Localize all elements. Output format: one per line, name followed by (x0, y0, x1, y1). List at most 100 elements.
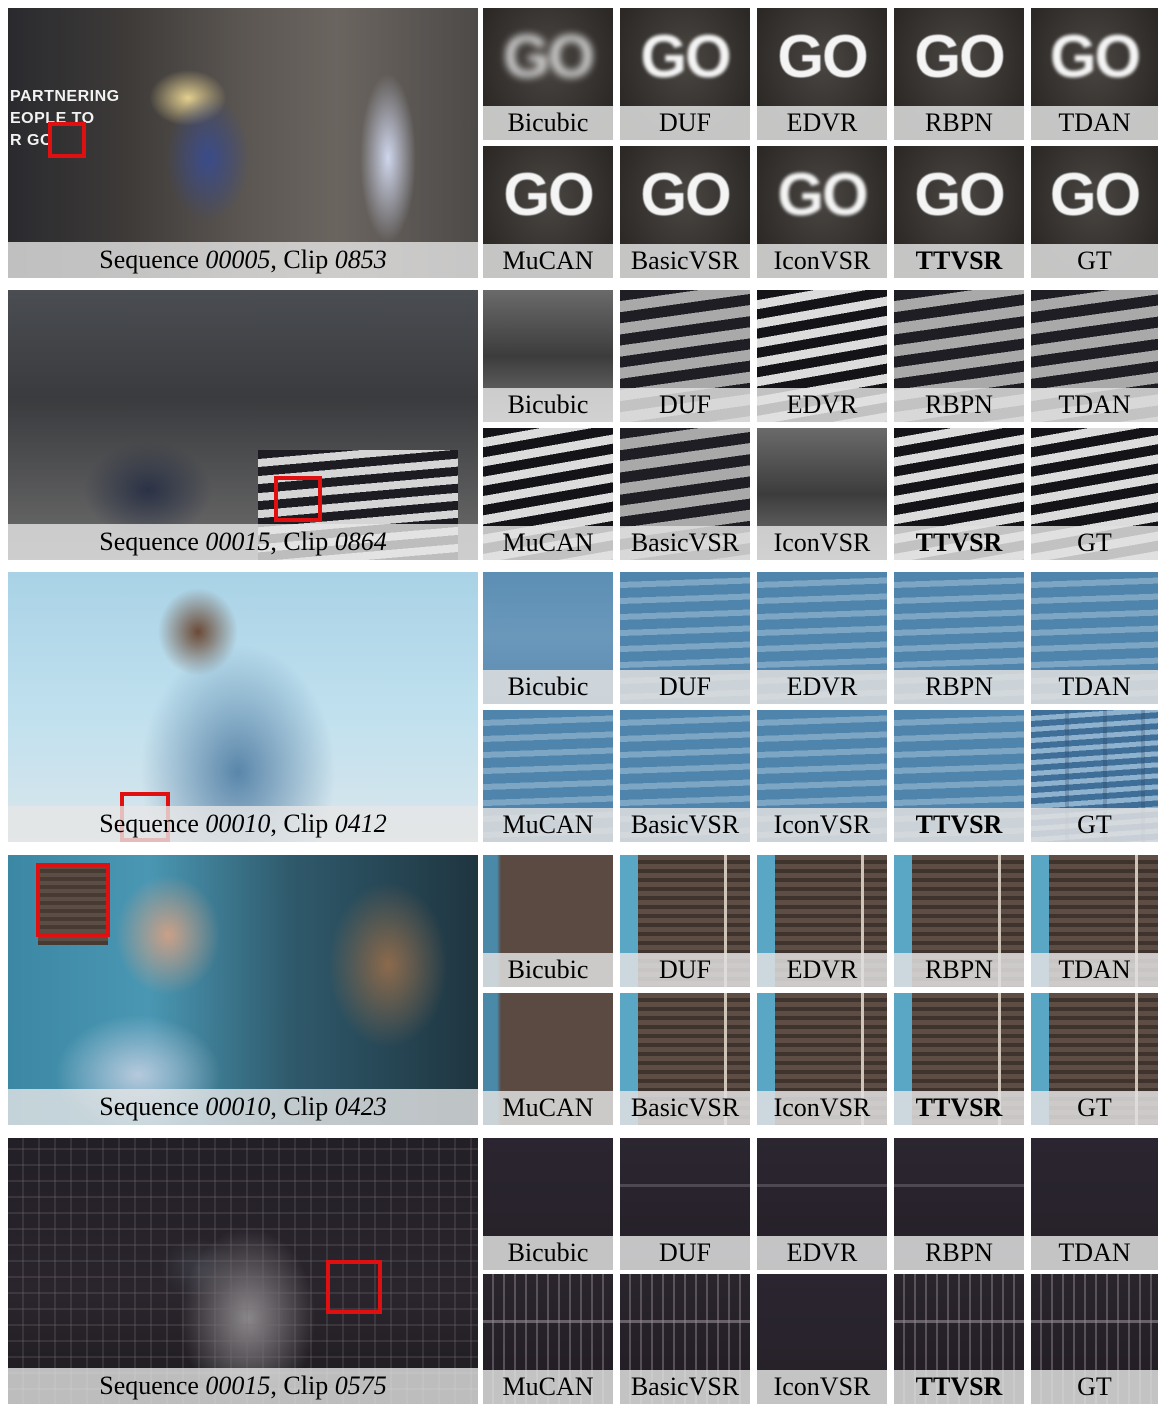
frame-caption: Sequence 00015, Clip 0864 (8, 524, 478, 560)
crop-basicvsr: GO BasicVSR (620, 146, 750, 278)
crop-duf: DUF (620, 572, 750, 704)
crop-basicvsr: BasicVSR (620, 428, 750, 560)
crop-text: GO (1049, 161, 1141, 228)
crop-iconvsr: IconVSR (757, 710, 887, 842)
caption-clip: 0423 (334, 1092, 387, 1121)
method-label: GT (1031, 808, 1158, 842)
method-label: TDAN (1031, 670, 1158, 704)
comparison-row-1: PARTNERING EOPLE TO R GO Sequence 00005,… (0, 8, 1158, 278)
crop-edvr: EDVR (757, 572, 887, 704)
method-label: Bicubic (483, 1236, 613, 1270)
crop-rbpn: RBPN (894, 290, 1024, 422)
method-label: EDVR (757, 1236, 887, 1270)
method-label: MuCAN (483, 808, 613, 842)
crop-mucan: MuCAN (483, 428, 613, 560)
caption-sequence: 00005 (205, 245, 271, 274)
method-label: DUF (620, 953, 750, 987)
caption-prefix: Sequence (99, 1371, 206, 1400)
crop-ttvsr: TTVSR (894, 1274, 1024, 1404)
crop-iconvsr: IconVSR (757, 993, 887, 1125)
crop-tdan: TDAN (1031, 1138, 1158, 1270)
method-label: TTVSR (894, 1091, 1024, 1125)
crop-text: GO (503, 23, 594, 90)
method-label: BasicVSR (620, 808, 750, 842)
zoom-region-box (326, 1260, 382, 1314)
method-label: TTVSR (894, 526, 1024, 560)
crop-duf: DUF (620, 855, 750, 987)
zoom-region-box (36, 863, 110, 937)
method-label: IconVSR (757, 526, 887, 560)
method-label: EDVR (757, 670, 887, 704)
comparison-row-3: Sequence 00010, Clip 0412 Bicubic DUF ED… (0, 572, 1158, 842)
zoom-region-box (274, 476, 322, 522)
method-label: IconVSR (757, 1370, 887, 1404)
method-label: RBPN (894, 1236, 1024, 1270)
crop-gt: GO GT (1031, 146, 1158, 278)
crop-edvr: EDVR (757, 855, 887, 987)
method-label: TTVSR (894, 244, 1024, 278)
method-label: Bicubic (483, 106, 613, 140)
caption-prefix: Sequence (99, 245, 206, 274)
full-frame-image: Sequence 00015, Clip 0575 (8, 1138, 478, 1404)
crop-text: GO (503, 161, 594, 228)
method-label: TTVSR (894, 1370, 1024, 1404)
caption-separator: , Clip (270, 1371, 335, 1400)
crop-bicubic: Bicubic (483, 572, 613, 704)
caption-sequence: 00015 (205, 527, 271, 556)
method-label: IconVSR (757, 244, 887, 278)
caption-sequence: 00010 (205, 809, 271, 838)
full-frame-image: PARTNERING EOPLE TO R GO Sequence 00005,… (8, 8, 478, 278)
method-label: MuCAN (483, 1091, 613, 1125)
caption-sequence: 00010 (205, 1092, 271, 1121)
full-frame-image: Sequence 00010, Clip 0423 (8, 855, 478, 1125)
crop-basicvsr: BasicVSR (620, 1274, 750, 1404)
caption-clip: 0412 (334, 809, 387, 838)
method-label: DUF (620, 388, 750, 422)
crop-tdan: TDAN (1031, 855, 1158, 987)
crop-bicubic: GO Bicubic (483, 8, 613, 140)
method-label: TDAN (1031, 1236, 1158, 1270)
crop-ttvsr: GO TTVSR (894, 146, 1024, 278)
full-frame-image: Sequence 00015, Clip 0864 (8, 290, 478, 560)
method-label: RBPN (894, 953, 1024, 987)
method-label: EDVR (757, 106, 887, 140)
crop-gt: GT (1031, 993, 1158, 1125)
crop-mucan: MuCAN (483, 1274, 613, 1404)
crop-tdan: TDAN (1031, 290, 1158, 422)
crop-edvr: GO EDVR (757, 8, 887, 140)
crop-duf: DUF (620, 1138, 750, 1270)
method-label: BasicVSR (620, 244, 750, 278)
method-label: EDVR (757, 953, 887, 987)
method-label: MuCAN (483, 1370, 613, 1404)
crop-text: GO (640, 23, 731, 90)
crop-rbpn: RBPN (894, 1138, 1024, 1270)
method-label: BasicVSR (620, 1370, 750, 1404)
crop-text: GO (640, 161, 731, 228)
method-label: TDAN (1031, 388, 1158, 422)
caption-separator: , Clip (270, 809, 335, 838)
frame-caption: Sequence 00010, Clip 0423 (8, 1089, 478, 1125)
crop-iconvsr: IconVSR (757, 1274, 887, 1404)
caption-separator: , Clip (270, 245, 335, 274)
crop-rbpn: GO RBPN (894, 8, 1024, 140)
frame-caption: Sequence 00010, Clip 0412 (8, 806, 478, 842)
frame-caption: Sequence 00015, Clip 0575 (8, 1368, 478, 1404)
method-label: Bicubic (483, 670, 613, 704)
method-label: DUF (620, 1236, 750, 1270)
frame-caption: Sequence 00005, Clip 0853 (8, 242, 478, 278)
crop-ttvsr: TTVSR (894, 710, 1024, 842)
caption-separator: , Clip (270, 527, 335, 556)
caption-prefix: Sequence (99, 527, 206, 556)
method-label: RBPN (894, 670, 1024, 704)
crop-tdan: GO TDAN (1031, 8, 1158, 140)
method-label: RBPN (894, 106, 1024, 140)
method-label: GT (1031, 1370, 1158, 1404)
method-label: Bicubic (483, 953, 613, 987)
crop-ttvsr: TTVSR (894, 428, 1024, 560)
method-label: IconVSR (757, 808, 887, 842)
crop-gt: GT (1031, 710, 1158, 842)
method-label: MuCAN (483, 526, 613, 560)
method-label: BasicVSR (620, 1091, 750, 1125)
method-label: TDAN (1031, 106, 1158, 140)
crop-bicubic: Bicubic (483, 290, 613, 422)
